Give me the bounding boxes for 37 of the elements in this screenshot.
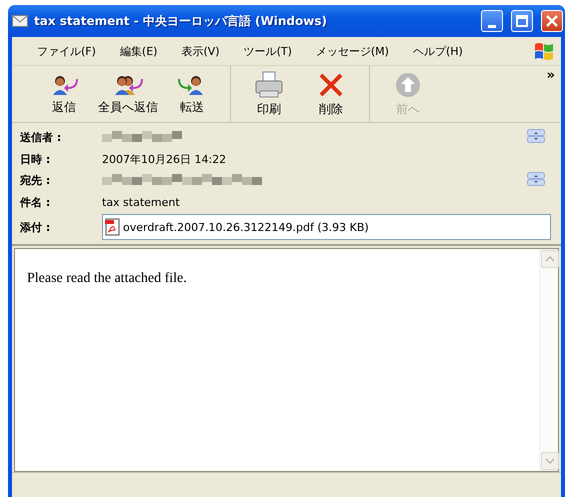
window-title: tax statement - 中央ヨーロッパ言語 (Windows) xyxy=(34,12,328,30)
menu-item[interactable]: メッセージ(M) xyxy=(304,40,400,62)
close-button[interactable] xyxy=(541,10,563,32)
menu-item[interactable]: ヘルプ(H) xyxy=(402,40,474,62)
minimize-button[interactable] xyxy=(481,10,503,32)
close-icon xyxy=(546,15,558,27)
menu-item[interactable]: ファイル(F) xyxy=(26,40,107,62)
header-label: 送信者 : xyxy=(20,130,62,145)
menu-item[interactable]: 編集(E) xyxy=(108,40,168,62)
header-label: 宛先 : xyxy=(20,173,52,188)
menu-item[interactable]: 表示(V) xyxy=(170,40,231,62)
header-label: 日時 : xyxy=(20,152,52,166)
windows-flag-icon xyxy=(533,40,555,62)
toolbar-button[interactable]: 印刷 xyxy=(241,70,297,118)
chevron-up-icon xyxy=(545,256,555,262)
expand-toggle-icon[interactable] xyxy=(527,172,545,186)
toolbar-button[interactable]: 全員へ返信 xyxy=(98,72,158,116)
minimize-icon xyxy=(488,24,496,28)
header-value: 2007年10月26日 14:22 xyxy=(102,152,228,166)
maximize-button[interactable] xyxy=(511,10,533,32)
menu-item[interactable]: ツール(T) xyxy=(232,40,303,62)
toolbar-button[interactable]: 返信 xyxy=(36,72,92,116)
toolbar-overflow-button[interactable]: » xyxy=(546,68,555,83)
toolbar-button[interactable]: 転送 xyxy=(164,72,220,116)
toolbar-button[interactable]: 削除 xyxy=(303,70,359,118)
header-label: 件名 : xyxy=(20,194,52,210)
message-body-text: Please read the attached file. xyxy=(27,271,188,288)
expand-toggle-icon[interactable] xyxy=(527,129,545,143)
header-value: tax statement xyxy=(102,196,181,208)
pdf-file-icon xyxy=(105,218,121,236)
chevron-down-icon xyxy=(545,458,555,464)
maximize-icon xyxy=(516,15,528,27)
delete-icon xyxy=(317,70,345,98)
envelope-icon xyxy=(12,15,28,27)
header-label: 添付 : xyxy=(20,220,52,234)
printer-icon xyxy=(254,70,284,98)
attachment-field[interactable]: overdraft.2007.10.26.3122149.pdf (3.93 KB) xyxy=(102,214,551,240)
